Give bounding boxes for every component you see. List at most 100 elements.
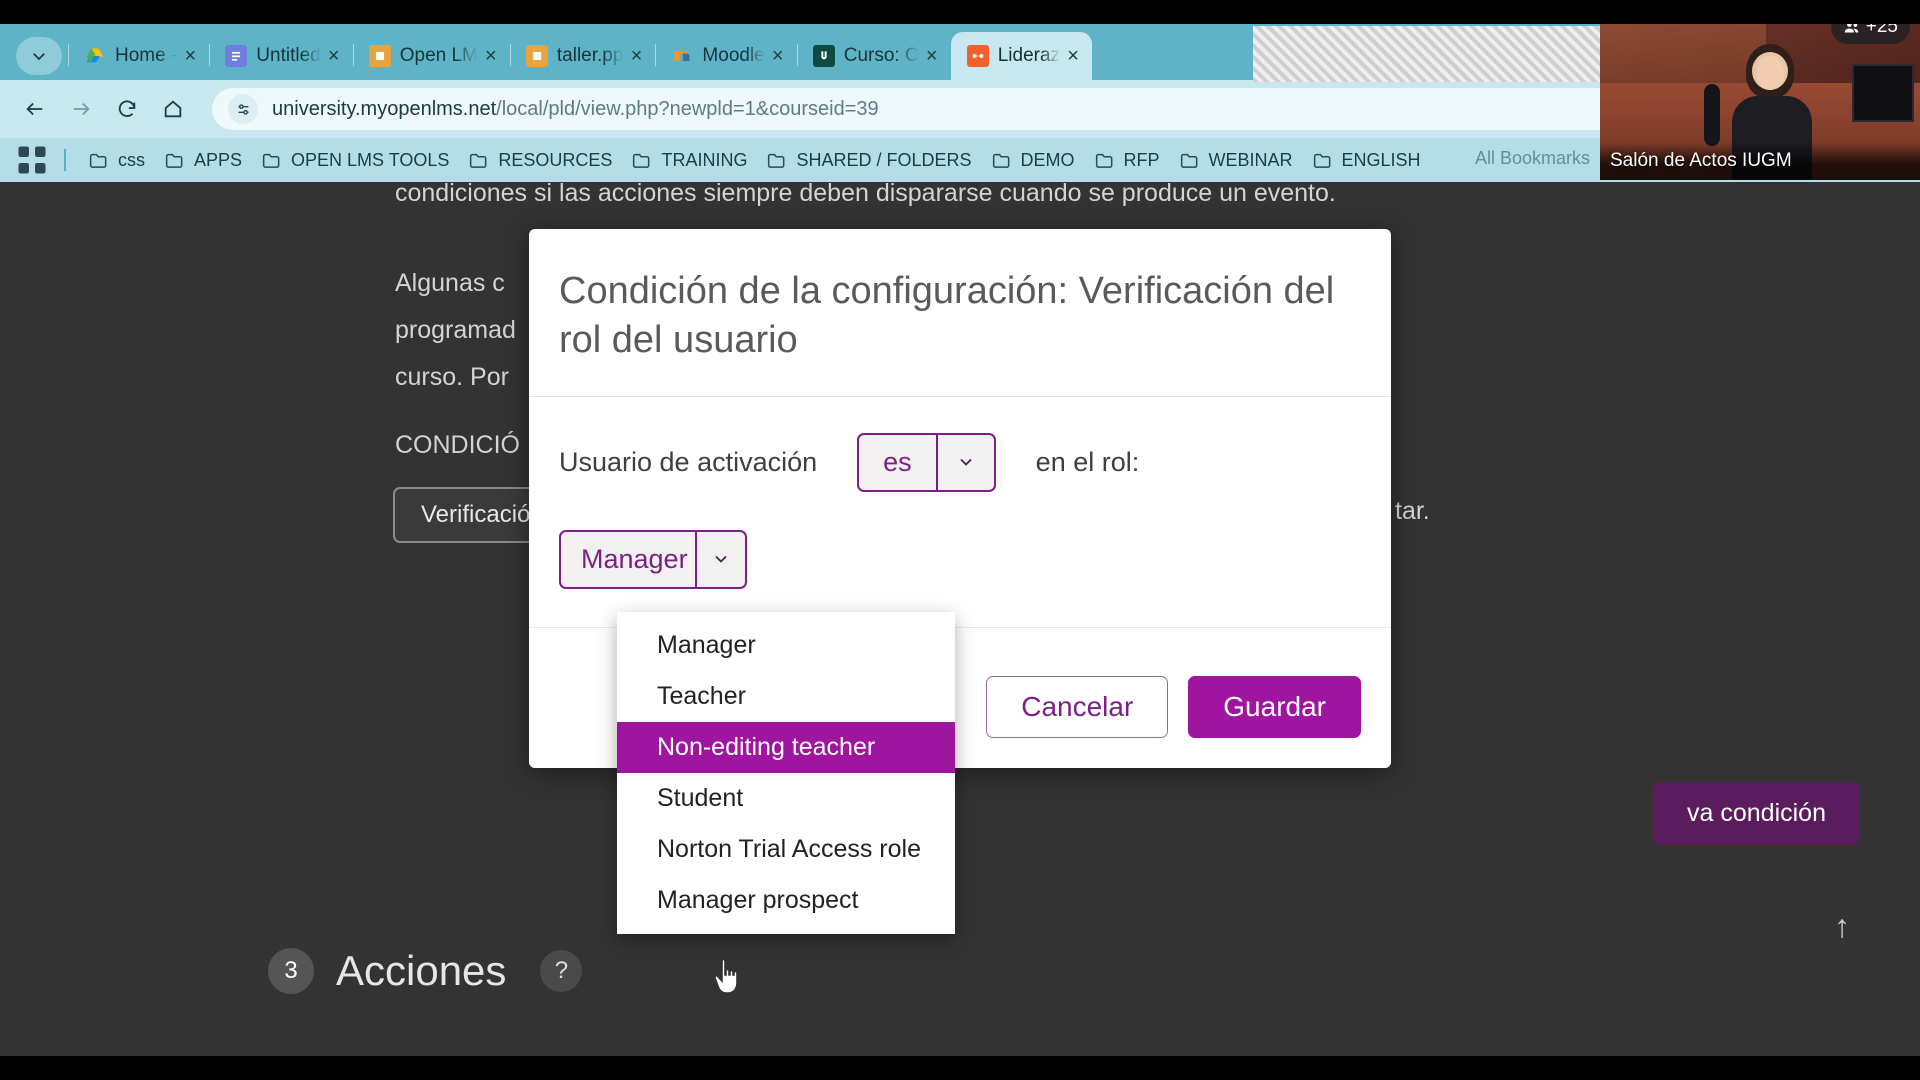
browser-tab[interactable]: Home - × <box>68 32 209 80</box>
operator-select-value: es <box>883 446 912 477</box>
dropdown-option[interactable]: Norton Trial Access role <box>617 824 955 875</box>
dropdown-option[interactable]: Manager <box>617 620 955 671</box>
reload-icon <box>118 100 136 117</box>
question-mark-icon[interactable]: ? <box>540 950 583 992</box>
activation-label: Usuario de activación <box>559 446 818 477</box>
all-bookmarks-label[interactable]: All Bookmarks <box>1475 148 1590 169</box>
page-paragraph: condiciones si las acciones siempre debe… <box>395 182 1336 207</box>
role-select[interactable]: Manager <box>559 529 747 589</box>
url-host: university.myopenlms.net <box>272 97 497 120</box>
tab-title: Home - <box>115 45 178 66</box>
back-button[interactable] <box>14 88 56 130</box>
bookmark-label: WEBINAR <box>1208 149 1293 170</box>
page-content: condiciones si las acciones siempre debe… <box>0 182 1920 1056</box>
folder-icon <box>1313 152 1333 169</box>
arrow-up-icon[interactable]: ↑ <box>1822 906 1862 946</box>
forward-arrow-icon <box>73 102 90 116</box>
operator-select[interactable]: es <box>857 432 996 492</box>
home-icon <box>164 100 182 118</box>
url-text: university.myopenlms.net/local/pld/view.… <box>272 98 879 121</box>
bookmark-folder[interactable]: ENGLISH <box>1304 146 1430 175</box>
new-condition-button[interactable]: va condición <box>1653 782 1860 845</box>
folder-icon <box>992 152 1012 169</box>
forward-button[interactable] <box>60 88 102 130</box>
back-arrow-icon <box>26 102 43 116</box>
hatch-placeholder <box>1253 26 1603 82</box>
screen: Home - × Untitled × Open LM × taller.pp … <box>0 0 1920 1080</box>
cancel-button[interactable]: Cancelar <box>986 675 1169 738</box>
bookmark-label: css <box>118 149 145 170</box>
bookmark-folder[interactable]: SHARED / FOLDERS <box>758 146 980 175</box>
folder-icon <box>1180 152 1200 169</box>
bookmark-folder[interactable]: OPEN LMS TOOLS <box>253 146 458 175</box>
save-button[interactable]: Guardar <box>1188 675 1361 738</box>
mouse-cursor <box>712 957 746 1006</box>
browser-tab[interactable]: Open LM × <box>352 32 510 80</box>
dropdown-option-highlighted[interactable]: Non-editing teacher <box>617 721 955 773</box>
bookmark-label: RESOURCES <box>498 149 613 170</box>
bookmark-label: OPEN LMS TOOLS <box>291 149 450 170</box>
dropdown-option[interactable]: Teacher <box>617 671 955 722</box>
browser-tab[interactable]: Untitled × <box>209 32 352 80</box>
bookmark-folder[interactable]: WEBINAR <box>1171 146 1302 175</box>
tab-title: Lideraz <box>997 45 1061 66</box>
tab-search-button[interactable] <box>16 37 62 75</box>
tab-close-button[interactable]: × <box>623 43 649 69</box>
folder-icon <box>1095 152 1115 169</box>
tab-close-button[interactable]: × <box>1060 43 1086 69</box>
tune-icon <box>238 103 248 115</box>
page-paragraph: programad <box>395 316 516 344</box>
chevron-down-icon <box>935 434 994 490</box>
video-caption: Salón de Actos IUGM <box>1600 142 1920 180</box>
section-title: Acciones <box>336 947 507 994</box>
browser-tab[interactable]: taller.pp × <box>509 32 656 80</box>
browser-tab[interactable]: Curso: C × <box>796 32 951 80</box>
tab-title: Open LM <box>399 45 478 66</box>
infinity-icon <box>966 45 989 67</box>
bookmarks-divider <box>64 149 66 171</box>
folder-icon <box>89 152 109 169</box>
video-overlay[interactable]: +25 Salón de Actos IUGM <box>1600 0 1920 180</box>
modal-header: Condición de la configuración: Verificac… <box>529 229 1391 397</box>
site-settings-button[interactable] <box>228 94 258 124</box>
google-drive-icon <box>84 45 106 67</box>
video-background-screen <box>1852 64 1914 122</box>
chevron-down-icon <box>33 53 45 61</box>
bookmark-folder[interactable]: RFP <box>1086 146 1169 175</box>
tab-close-button[interactable]: × <box>321 43 347 69</box>
bookmark-folder[interactable]: css <box>80 146 154 175</box>
section-number-badge: 3 <box>268 948 314 994</box>
folder-icon <box>767 152 787 169</box>
dropdown-option[interactable]: Manager prospect <box>617 875 955 926</box>
home-button[interactable] <box>152 88 194 130</box>
bookmark-label: APPS <box>194 149 243 170</box>
tab-title: Untitled <box>256 45 321 66</box>
bookmark-folder[interactable]: DEMO <box>983 146 1084 175</box>
url-path: /local/pld/view.php?newpld=1&courseid=39 <box>496 97 879 120</box>
browser-tab[interactable]: Moodle × <box>655 32 796 80</box>
role-row: Manager Manager Teacher Non-editing teac… <box>559 529 1361 934</box>
browser-tab-active[interactable]: Lideraz × <box>950 32 1093 80</box>
bookmark-folder[interactable]: RESOURCES <box>460 146 621 175</box>
bookmark-folder[interactable]: APPS <box>156 146 251 175</box>
dropdown-option[interactable]: Student <box>617 773 955 824</box>
tab-separator <box>209 44 211 66</box>
page-paragraph: Algunas c <box>395 269 505 297</box>
condition-modal: Condición de la configuración: Verificac… <box>529 229 1391 934</box>
udemy-icon <box>812 45 835 67</box>
role-label: en el rol: <box>1035 446 1140 477</box>
tab-close-button[interactable]: × <box>478 43 504 69</box>
powerpoint-icon <box>368 45 391 67</box>
tab-close-button[interactable]: × <box>177 43 203 69</box>
apps-grid-icon[interactable] <box>14 144 50 176</box>
bookmark-label: RFP <box>1123 149 1160 170</box>
chevron-down-icon <box>695 531 745 587</box>
tab-title: Moodle <box>702 45 765 66</box>
bookmark-folder[interactable]: TRAINING <box>623 146 756 175</box>
tab-close-button[interactable]: × <box>765 43 791 69</box>
bookmark-label: DEMO <box>1020 149 1075 170</box>
tab-separator <box>655 44 657 66</box>
tab-close-button[interactable]: × <box>919 43 945 69</box>
reload-button[interactable] <box>106 88 148 130</box>
powerpoint-icon <box>525 45 548 67</box>
